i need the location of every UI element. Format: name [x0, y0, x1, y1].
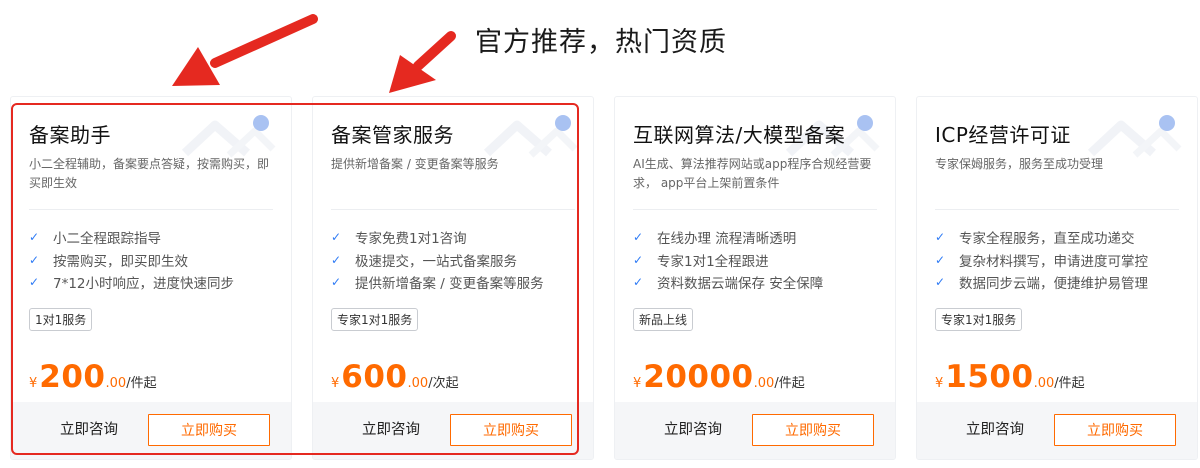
price: ¥1500.00/件起	[935, 359, 1085, 395]
buy-button[interactable]: 立即购买	[1054, 414, 1176, 446]
price-currency: ¥	[633, 376, 642, 391]
feature-item: ✓ 专家免费1对1咨询	[331, 226, 544, 249]
card-footer: 立即咨询 立即购买	[313, 402, 593, 459]
price-integer: 1500	[945, 359, 1034, 395]
check-icon: ✓	[633, 230, 644, 245]
price-unit: /件起	[126, 376, 157, 391]
price-decimal: .00	[105, 376, 127, 391]
card-footer: 立即咨询 立即购买	[11, 402, 291, 459]
house-decoration-icon	[181, 115, 276, 158]
feature-text: 在线办理 流程清晰透明	[657, 231, 797, 248]
card-description: AI生成、算法推荐网站或app程序合规经营要求， app平台上架前置条件	[633, 157, 872, 190]
feature-text: 专家1对1全程跟进	[657, 253, 769, 270]
feature-list: ✓ 小二全程跟踪指导 ✓ 按需购买，即买即生效 ✓ 7*12小时响应，进度快速同步	[29, 226, 234, 294]
consult-button[interactable]: 立即咨询	[341, 402, 441, 459]
card-footer: 立即咨询 立即购买	[615, 402, 895, 459]
feature-text: 数据同步云端，便捷维护易管理	[959, 276, 1148, 293]
feature-text: 复杂材料撰写，申请进度可掌控	[959, 253, 1148, 270]
feature-list: ✓ 专家免费1对1咨询 ✓ 极速提交，一站式备案服务 ✓ 提供新增备案 / 变更备案等…	[331, 226, 544, 294]
card-description: 提供新增备案 / 变更备案等服务	[331, 157, 499, 171]
check-icon: ✓	[633, 252, 644, 267]
service-tag: 1对1服务	[29, 308, 93, 331]
price-currency: ¥	[331, 376, 340, 391]
price-decimal: .00	[753, 376, 775, 391]
card-description: 专家保姆服务，服务至成功受理	[935, 157, 1104, 171]
divider	[935, 209, 1179, 210]
house-decoration-icon	[1087, 115, 1182, 158]
feature-item: ✓ 极速提交，一站式备案服务	[331, 249, 544, 272]
house-decoration-icon	[483, 115, 578, 158]
feature-item: ✓ 专家1对1全程跟进	[633, 249, 823, 272]
product-card-0[interactable]: 备案助手 小二全程辅助，备案要点答疑，按需购买，即买即生效 ✓ 小二全程跟踪指导 …	[10, 96, 292, 460]
check-icon: ✓	[29, 230, 40, 245]
feature-text: 小二全程跟踪指导	[53, 231, 161, 248]
check-icon: ✓	[29, 252, 40, 267]
check-icon: ✓	[935, 230, 946, 245]
product-card-1[interactable]: 备案管家服务 提供新增备案 / 变更备案等服务 ✓ 专家免费1对1咨询 ✓ 极速提交…	[312, 96, 594, 460]
feature-text: 提供新增备案 / 变更备案等服务	[355, 276, 544, 293]
check-icon: ✓	[633, 275, 644, 290]
check-icon: ✓	[331, 230, 342, 245]
feature-text: 专家免费1对1咨询	[355, 231, 467, 248]
feature-item: ✓ 按需购买，即买即生效	[29, 249, 234, 272]
check-icon: ✓	[331, 275, 342, 290]
card-description: 小二全程辅助，备案要点答疑，按需购买，即买即生效	[29, 157, 270, 190]
buy-button[interactable]: 立即购买	[450, 414, 572, 446]
feature-text: 按需购买，即买即生效	[53, 253, 188, 270]
feature-text: 极速提交，一站式备案服务	[355, 253, 517, 270]
divider	[633, 209, 877, 210]
check-icon: ✓	[935, 275, 946, 290]
feature-item: ✓ 资料数据云端保存 安全保障	[633, 271, 823, 294]
price-decimal: .00	[407, 376, 429, 391]
buy-button[interactable]: 立即购买	[752, 414, 874, 446]
consult-button[interactable]: 立即咨询	[945, 402, 1045, 459]
price-integer: 20000	[643, 359, 754, 395]
card-title: 备案助手	[29, 123, 111, 147]
feature-text: 资料数据云端保存 安全保障	[657, 276, 824, 293]
feature-list: ✓ 在线办理 流程清晰透明 ✓ 专家1对1全程跟进 ✓ 资料数据云端保存 安全保障	[633, 226, 823, 294]
price: ¥600.00/次起	[331, 359, 459, 395]
feature-text: 7*12小时响应，进度快速同步	[53, 276, 235, 293]
arrow-right-icon	[389, 31, 456, 93]
feature-item: ✓ 在线办理 流程清晰透明	[633, 226, 823, 249]
feature-list: ✓ 专家全程服务，直至成功递交 ✓ 复杂材料撰写，申请进度可掌控 ✓ 数据同步云端，便…	[935, 226, 1148, 294]
consult-button[interactable]: 立即咨询	[643, 402, 743, 459]
feature-item: ✓ 专家全程服务，直至成功递交	[935, 226, 1148, 249]
arrow-left-icon	[172, 14, 318, 86]
buy-button[interactable]: 立即购买	[148, 414, 270, 446]
headline: 官方推荐，热门资质	[475, 27, 727, 58]
divider	[331, 209, 575, 210]
divider	[29, 209, 273, 210]
feature-item: ✓ 小二全程跟踪指导	[29, 226, 234, 249]
price-unit: /件起	[774, 376, 805, 391]
service-tag: 专家1对1服务	[935, 308, 1023, 331]
feature-text: 专家全程服务，直至成功递交	[959, 231, 1135, 248]
service-tag: 专家1对1服务	[331, 308, 419, 331]
check-icon: ✓	[331, 252, 342, 267]
product-card-2[interactable]: 互联网算法/大模型备案 AI生成、算法推荐网站或app程序合规经营要求， app…	[614, 96, 896, 460]
card-title: 备案管家服务	[331, 123, 454, 147]
price-currency: ¥	[935, 376, 944, 391]
card-title: ICP经营许可证	[935, 123, 1071, 147]
card-title: 互联网算法/大模型备案	[633, 123, 846, 147]
price-integer: 600	[341, 359, 408, 395]
feature-item: ✓ 提供新增备案 / 变更备案等服务	[331, 271, 544, 294]
product-card-3[interactable]: ICP经营许可证 专家保姆服务，服务至成功受理 ✓ 专家全程服务，直至成功递交 ✓…	[916, 96, 1198, 460]
consult-button[interactable]: 立即咨询	[39, 402, 139, 459]
price-unit: /件起	[1054, 376, 1085, 391]
feature-item: ✓ 复杂材料撰写，申请进度可掌控	[935, 249, 1148, 272]
price: ¥20000.00/件起	[633, 359, 805, 395]
price-decimal: .00	[1033, 376, 1055, 391]
price-currency: ¥	[29, 376, 38, 391]
check-icon: ✓	[935, 252, 946, 267]
price-unit: /次起	[428, 376, 459, 391]
card-footer: 立即咨询 立即购买	[917, 402, 1197, 459]
price-integer: 200	[39, 359, 106, 395]
feature-item: ✓ 数据同步云端，便捷维护易管理	[935, 271, 1148, 294]
check-icon: ✓	[29, 275, 40, 290]
feature-item: ✓ 7*12小时响应，进度快速同步	[29, 271, 234, 294]
price: ¥200.00/件起	[29, 359, 157, 395]
service-tag: 新品上线	[633, 308, 694, 331]
